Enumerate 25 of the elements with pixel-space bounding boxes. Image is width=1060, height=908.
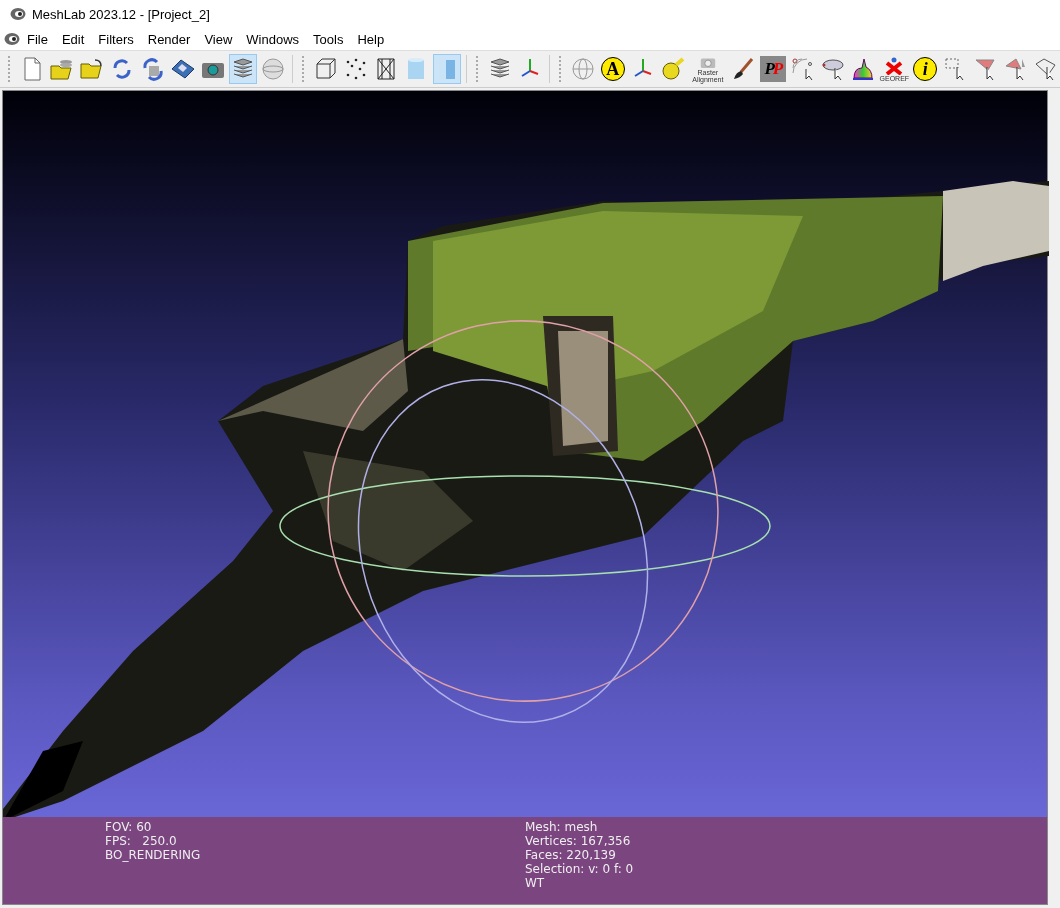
- info-text: FPS: 250.0: [105, 834, 178, 848]
- info-text: BO_RENDERING: [105, 848, 202, 862]
- info-text: FOV: 60: [105, 820, 153, 834]
- menu-item[interactable]: Help: [350, 29, 392, 49]
- menu-item[interactable]: Render: [140, 29, 198, 49]
- info-text: Faces: 220,139: [525, 848, 617, 862]
- sphere-icon: [260, 56, 287, 82]
- menu-item[interactable]: Filters: [91, 29, 141, 49]
- menu-item[interactable]: Windows: [239, 29, 307, 49]
- menu-item[interactable]: File: [20, 29, 55, 49]
- toolbar-button[interactable]: [228, 54, 257, 84]
- window-title: MeshLab 2023.12 - [Project_2]: [32, 6, 210, 22]
- menu-item[interactable]: Tools: [306, 29, 351, 49]
- eye-logo-icon: [4, 32, 20, 46]
- menu-item[interactable]: View: [197, 29, 240, 49]
- info-text: Mesh: mesh: [525, 820, 599, 834]
- info-text: WT: [525, 876, 546, 890]
- info-text: Selection: v: 0 f: 0: [525, 862, 635, 876]
- menu-item[interactable]: Edit: [54, 29, 92, 49]
- cross-pin-icon: [884, 56, 905, 75]
- cube-icon: [313, 56, 339, 82]
- info-text: Vertices: 167,356: [525, 834, 632, 848]
- eye-logo-icon: [10, 7, 26, 21]
- globe-icon: [569, 56, 596, 82]
- toolbar-button[interactable]: PP: [758, 54, 787, 84]
